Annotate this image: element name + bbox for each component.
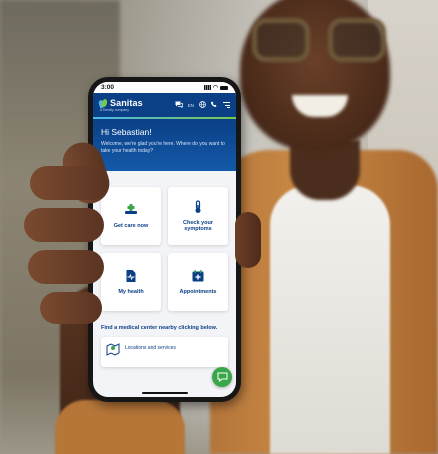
card-label: My health — [118, 288, 144, 295]
smartphone: 3:00 ◠ Sanitas a Keralty company EN Hi S… — [88, 77, 241, 402]
map-pin-icon — [106, 343, 120, 356]
header-actions: EN — [175, 100, 230, 110]
card-label: Get care now — [113, 222, 149, 229]
brand-subtitle: a Keralty company — [100, 108, 129, 112]
chat-button[interactable] — [212, 367, 232, 387]
menu-icon[interactable] — [223, 102, 230, 108]
app-header: Sanitas a Keralty company EN — [93, 93, 236, 117]
get-care-now-card[interactable]: Get care now — [101, 187, 161, 245]
card-label: Appointments — [179, 288, 217, 295]
finger — [28, 250, 104, 284]
finger — [40, 292, 102, 324]
chat-bubbles-icon[interactable] — [175, 101, 183, 110]
language-selector[interactable]: EN — [188, 103, 194, 108]
wifi-icon: ◠ — [212, 85, 218, 91]
sanitas-logo[interactable]: Sanitas a Keralty company — [97, 97, 143, 112]
thermometer-icon — [195, 199, 201, 213]
brand-name: Sanitas — [110, 98, 143, 108]
appointments-card[interactable]: Appointments — [168, 253, 228, 311]
locations-services-label: Locations and services — [125, 345, 176, 351]
quick-actions-grid: Get care now Check your symptoms My heal… — [93, 171, 236, 311]
chat-icon — [217, 372, 227, 382]
locations-services-card[interactable]: Locations and services — [101, 337, 228, 367]
status-bar: 3:00 ◠ — [93, 82, 236, 93]
card-label: Check your symptoms — [183, 219, 213, 233]
greeting-title: Hi Sebastian! — [101, 127, 152, 137]
check-symptoms-card[interactable]: Check your symptoms — [168, 187, 228, 245]
health-chart-icon — [126, 269, 136, 282]
phone-screen: 3:00 ◠ Sanitas a Keralty company EN Hi S… — [93, 82, 236, 397]
signal-icon — [203, 85, 211, 90]
finger — [24, 208, 104, 242]
nearby-center-prompt: Find a medical center nearby clicking be… — [101, 325, 218, 331]
person-sleeve — [55, 400, 185, 454]
status-time: 3:00 — [101, 84, 115, 91]
person-sunglasses — [252, 18, 392, 68]
finger — [30, 166, 108, 200]
person-tshirt — [270, 185, 390, 454]
right-thumb — [235, 212, 261, 268]
status-icons: ◠ — [203, 84, 228, 91]
my-health-card[interactable]: My health — [101, 253, 161, 311]
first-aid-icon — [125, 203, 137, 214]
battery-icon — [220, 85, 228, 90]
globe-icon[interactable] — [199, 100, 206, 110]
calendar-plus-icon — [192, 269, 204, 282]
welcome-message: Welcome, we're glad you're here. Where d… — [101, 141, 225, 154]
sanitas-leaf-icon — [97, 97, 108, 109]
home-indicator[interactable] — [141, 392, 188, 394]
phone-call-icon[interactable] — [210, 101, 218, 110]
welcome-banner: Hi Sebastian! Welcome, we're glad you're… — [93, 119, 236, 171]
